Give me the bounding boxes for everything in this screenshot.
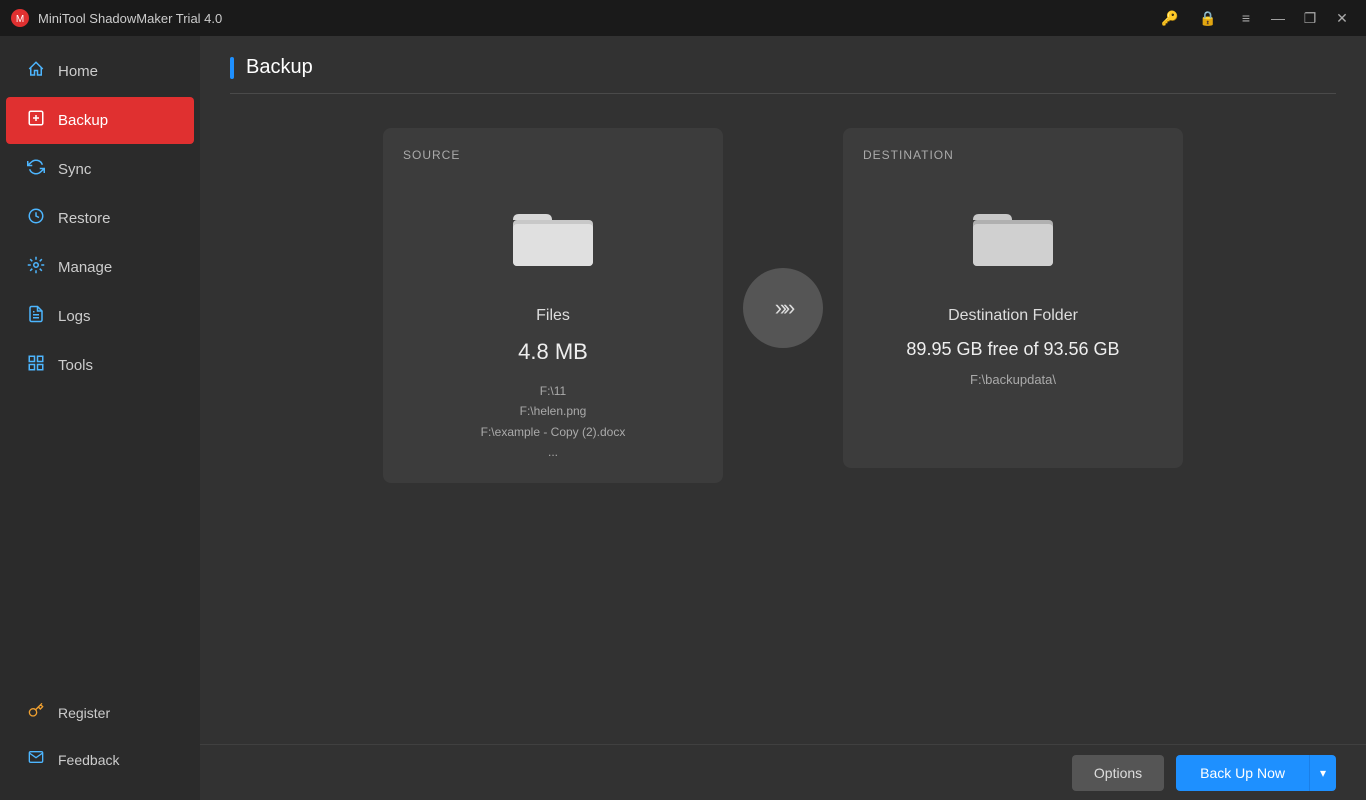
manage-icon <box>26 256 46 279</box>
destination-name: Destination Folder <box>948 307 1078 325</box>
sidebar-item-register-label: Register <box>58 705 110 721</box>
arrow-chevrons-icon: »» <box>775 295 791 321</box>
sidebar-item-restore[interactable]: Restore <box>6 195 194 242</box>
tools-icon <box>26 354 46 377</box>
close-button[interactable]: ✕ <box>1328 4 1356 32</box>
app-title: MiniTool ShadowMaker Trial 4.0 <box>38 11 1156 26</box>
sidebar-bottom: Register Feedback <box>0 678 200 800</box>
sidebar-item-home-label: Home <box>58 63 98 80</box>
page-title-bar: Backup <box>230 56 1336 94</box>
source-path-3: F:\example - Copy (2).docx <box>481 422 626 442</box>
sidebar-item-manage-label: Manage <box>58 259 112 276</box>
feedback-icon <box>26 749 46 770</box>
sidebar: Home Backup Sync <box>0 36 200 800</box>
app-logo: M <box>10 8 30 28</box>
backup-dropdown-button[interactable]: ▾ <box>1309 755 1336 791</box>
backup-now-group: Back Up Now ▾ <box>1176 755 1336 791</box>
logs-icon <box>26 305 46 328</box>
destination-label: DESTINATION <box>863 148 954 162</box>
menu-icon[interactable]: ≡ <box>1232 4 1260 32</box>
source-path-2: F:\helen.png <box>481 401 626 421</box>
register-icon <box>26 702 46 723</box>
minimize-button[interactable]: — <box>1264 4 1292 32</box>
sidebar-item-sync[interactable]: Sync <box>6 146 194 193</box>
sidebar-item-home[interactable]: Home <box>6 48 194 95</box>
sidebar-item-register[interactable]: Register <box>6 690 194 735</box>
sidebar-item-restore-label: Restore <box>58 210 111 227</box>
source-panel[interactable]: SOURCE Files 4.8 MB F:\11 F:\helen.pn <box>383 128 723 483</box>
bottom-bar: Options Back Up Now ▾ <box>200 744 1366 800</box>
backup-now-button[interactable]: Back Up Now <box>1176 755 1309 791</box>
sidebar-item-logs[interactable]: Logs <box>6 293 194 340</box>
sidebar-item-backup[interactable]: Backup <box>6 97 194 144</box>
sidebar-item-feedback-label: Feedback <box>58 752 119 768</box>
source-folder-icon <box>508 202 598 277</box>
sidebar-item-tools-label: Tools <box>58 357 93 374</box>
sidebar-item-manage[interactable]: Manage <box>6 244 194 291</box>
lock-icon[interactable]: 🔒 <box>1194 4 1222 32</box>
options-button[interactable]: Options <box>1072 755 1164 791</box>
sidebar-item-backup-label: Backup <box>58 112 108 129</box>
titlebar-controls: 🔑 🔒 ≡ — ❐ ✕ <box>1156 4 1356 32</box>
backup-icon <box>26 109 46 132</box>
page-title: Backup <box>246 56 313 79</box>
home-icon <box>26 60 46 83</box>
sidebar-item-logs-label: Logs <box>58 308 91 325</box>
source-paths: F:\11 F:\helen.png F:\example - Copy (2)… <box>481 381 626 463</box>
destination-free: 89.95 GB free of 93.56 GB <box>906 339 1119 360</box>
source-size: 4.8 MB <box>518 339 588 365</box>
destination-path: F:\backupdata\ <box>970 372 1056 387</box>
titlebar: M MiniTool ShadowMaker Trial 4.0 🔑 🔒 ≡ —… <box>0 0 1366 36</box>
svg-text:M: M <box>16 14 24 25</box>
sidebar-item-tools[interactable]: Tools <box>6 342 194 389</box>
sidebar-item-sync-label: Sync <box>58 161 91 178</box>
backup-panels: SOURCE Files 4.8 MB F:\11 F:\helen.pn <box>230 118 1336 780</box>
sidebar-item-feedback[interactable]: Feedback <box>6 737 194 782</box>
content-area: Backup SOURCE Files 4.8 MB <box>200 36 1366 800</box>
restore-icon <box>26 207 46 230</box>
source-label: SOURCE <box>403 148 460 162</box>
sync-icon <box>26 158 46 181</box>
main-layout: Home Backup Sync <box>0 36 1366 800</box>
destination-folder-icon <box>968 202 1058 277</box>
source-path-ellipsis: ... <box>481 442 626 462</box>
arrow-connector: »» <box>743 268 823 348</box>
key-icon[interactable]: 🔑 <box>1156 4 1184 32</box>
destination-panel[interactable]: DESTINATION Destination Folder 89.95 GB … <box>843 128 1183 468</box>
restore-button[interactable]: ❐ <box>1296 4 1324 32</box>
sidebar-nav: Home Backup Sync <box>0 46 200 678</box>
source-path-1: F:\11 <box>481 381 626 401</box>
page-title-accent <box>230 57 234 79</box>
source-name: Files <box>536 307 570 325</box>
